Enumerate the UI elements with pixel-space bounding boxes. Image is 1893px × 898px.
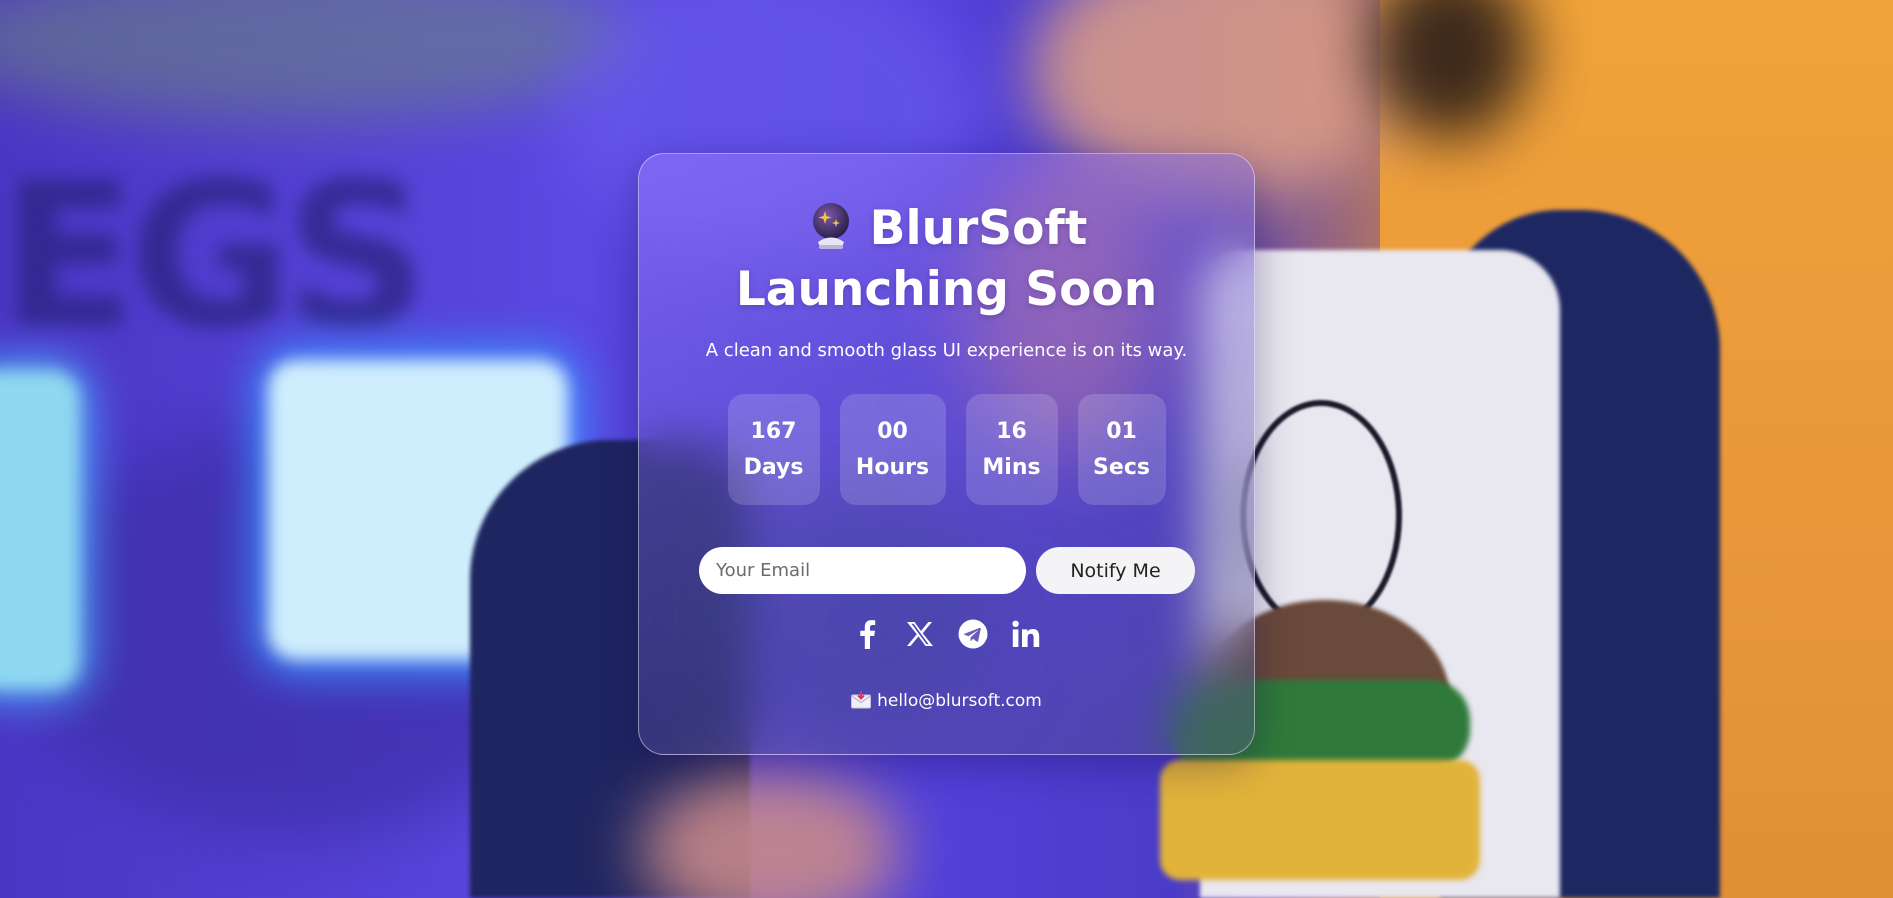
countdown-mins: 16 Mins xyxy=(965,394,1058,505)
countdown-value: 16 xyxy=(996,418,1027,444)
coming-soon-card: BlurSoft Launching Soon A clean and smoo… xyxy=(638,153,1255,755)
countdown: 167 Days 00 Hours 16 Mins 01 Secs xyxy=(639,394,1254,505)
linkedin-icon[interactable] xyxy=(1011,618,1042,649)
social-links xyxy=(639,618,1254,649)
contact-email-address[interactable]: hello@blursoft.com xyxy=(877,691,1042,711)
facebook-icon[interactable] xyxy=(852,618,883,649)
x-twitter-icon[interactable] xyxy=(905,618,936,649)
countdown-days: 167 Days xyxy=(727,394,820,505)
countdown-secs: 01 Secs xyxy=(1077,394,1166,505)
countdown-value: 01 xyxy=(1106,418,1137,444)
incoming-envelope-icon xyxy=(851,691,872,709)
countdown-unit: Secs xyxy=(1093,454,1150,480)
countdown-value: 167 xyxy=(750,418,797,444)
notify-me-button[interactable]: Notify Me xyxy=(1036,547,1195,594)
headline: Launching Soon xyxy=(735,262,1158,317)
countdown-unit: Mins xyxy=(982,454,1041,480)
subtitle: A clean and smooth glass UI experience i… xyxy=(705,340,1188,361)
countdown-unit: Days xyxy=(743,454,804,480)
countdown-unit: Hours xyxy=(855,454,930,480)
email-input[interactable] xyxy=(699,547,1026,594)
notify-form: Notify Me xyxy=(699,547,1195,594)
page-title: BlurSoft Launching Soon xyxy=(639,198,1254,320)
crystal-ball-icon xyxy=(806,200,856,250)
brand-name: BlurSoft xyxy=(869,201,1088,256)
countdown-value: 00 xyxy=(877,418,908,444)
contact-email: hello@blursoft.com xyxy=(639,691,1254,711)
telegram-icon[interactable] xyxy=(958,618,989,649)
countdown-hours: 00 Hours xyxy=(839,394,946,505)
